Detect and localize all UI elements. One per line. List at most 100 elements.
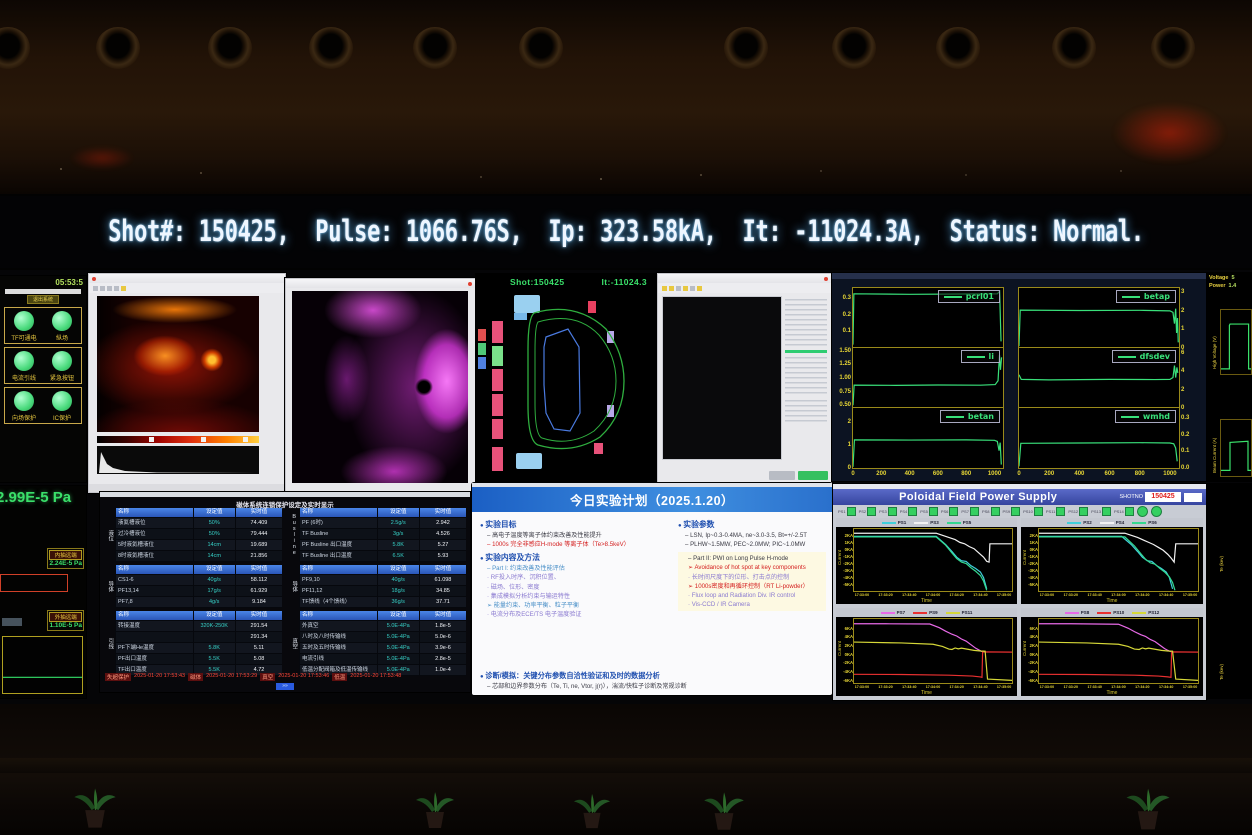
plan-item: · 电流分布及ECE/TS 电子温度验证 (487, 610, 675, 619)
toolbar-icon[interactable] (683, 286, 688, 291)
plan-item: ➢ 能量约束、功率平衡、粒子平衡 (487, 601, 675, 610)
table-cell: 5.08 (235, 654, 282, 664)
toolbar-icon[interactable] (676, 286, 681, 291)
chart-legend: PS2 PS4 PS6 (1021, 518, 1203, 527)
table-row: PF出口温度5.5K5.08 (115, 654, 282, 665)
legend-label: PS1 (898, 520, 907, 525)
table-group-label: 导体 (288, 565, 299, 608)
table-cell: 五时及五时传输线 (299, 643, 377, 653)
table-cell: 过冷槽液位 (115, 529, 193, 539)
series-PS7 (854, 624, 982, 652)
chart-legend: PS7 PS9 PS11 (836, 608, 1017, 617)
series-PS8 (1039, 624, 1171, 652)
y-axis-tick: 4KA (839, 635, 853, 639)
plant (70, 786, 120, 830)
diag-list: – 芯部和边界参数分布（Te, Ti, ne, Vtor, j(r)），湍流/快… (480, 682, 826, 691)
table-cell: 320K-250K (193, 621, 235, 631)
column-header: 设定值 (377, 611, 419, 620)
table-row: PF (6时)2.5g/s2.942 (299, 518, 466, 529)
column-header: 设定值 (193, 565, 235, 574)
sub-table: 真空名称设定值实时值外真空5.0E-4Pa1.8e-5八时及八时传输线5.0E-… (288, 611, 466, 676)
table-cell: PF Busline 出口温度 (299, 540, 377, 550)
legend-entry: PS11 (946, 610, 973, 615)
table-group-label: Busline (288, 508, 299, 562)
toolbar-icon[interactable] (669, 286, 674, 291)
axis-label-beam-current: Beam Current (A) (1212, 438, 1217, 473)
legend-label: betap (1144, 292, 1170, 301)
ps-indicator-row: PS1PS2PS3PS4PS5PS6PS7PS8PS9PS10PS11PS12P… (833, 505, 1206, 517)
toolbar-icon[interactable] (121, 286, 126, 291)
chart-legend: betan (940, 410, 1000, 423)
interlock-light: TF可通电 (5, 311, 43, 342)
toolbar-icon[interactable] (100, 286, 105, 291)
table-cell: TF馈线（4个馈线） (299, 597, 377, 607)
table-group-label: 导体 (104, 565, 115, 608)
x-axis-tick: 17:33:20 (878, 593, 892, 597)
plan-left-column: 实验目标 – 高电子温度等离子体约束改善及性能提升– 1000s 完全非感应H-… (480, 516, 675, 619)
chart-canvas (854, 529, 1012, 591)
close-icon[interactable] (468, 282, 472, 286)
interlock-light: 电流引线 (5, 351, 43, 382)
toolbar-icon[interactable] (662, 286, 667, 291)
more-link[interactable]: »» (276, 683, 294, 690)
table-row: PF Busline 出口温度5.8K5.27 (299, 540, 466, 551)
legend-label: PS12 (1148, 610, 1159, 615)
table-header-row: 名称设定值实时值 (115, 565, 282, 575)
close-icon[interactable] (92, 277, 96, 281)
scale-marker[interactable] (201, 437, 206, 442)
legend-line-sample (967, 356, 985, 358)
ceiling-light (936, 27, 980, 69)
ir-color-scale (97, 436, 259, 443)
x-axis-tick: 17:33:20 (1064, 593, 1078, 597)
pfps-title: Poloidal Field Power Supply (837, 491, 1119, 503)
y-axis-tick: -5KA (1024, 583, 1038, 587)
toolbar-icon[interactable] (697, 286, 702, 291)
plant (1122, 786, 1172, 830)
table-row: 8时液氦槽液位14cm21.856 (115, 551, 282, 562)
series-voltage (1221, 324, 1251, 369)
window-titlebar (286, 279, 475, 288)
column-header: 名称 (299, 508, 377, 517)
ceiling-light (208, 27, 252, 69)
cancel-button[interactable] (769, 471, 795, 480)
toolbar-icon[interactable] (93, 286, 98, 291)
series-PS1 (854, 536, 987, 588)
ps-status-indicator: PS2 (859, 507, 877, 516)
x-axis-tick: 400 (1074, 471, 1084, 477)
table-cell: 3.9e-6 (419, 643, 466, 653)
chart-legend: li (961, 350, 1000, 363)
table-group-label: 液位 (104, 508, 115, 562)
plan-item: · Flux loop and Radiation Div. IR contro… (688, 591, 823, 600)
legend-entry: PS4 (1100, 520, 1125, 525)
chart-canvas (854, 619, 1012, 683)
timestamp: 真空 (260, 673, 275, 681)
toolbar-icon[interactable] (107, 286, 112, 291)
scale-marker[interactable] (243, 437, 248, 442)
confirm-button[interactable] (798, 471, 828, 480)
y-axis-tick: 2 (1181, 387, 1198, 393)
chart-legend: pcrl01 (938, 290, 1000, 303)
exit-system-button[interactable]: 退出系统 (27, 295, 59, 304)
legend-label: PS10 (1113, 610, 1124, 615)
table-cell: 291.54 (235, 621, 282, 631)
chart-legend: PS1 PS3 PS5 (836, 518, 1017, 527)
ceiling-light (96, 27, 140, 69)
table-cell: PF13,14 (115, 586, 193, 596)
scale-marker[interactable] (149, 437, 154, 442)
table-row: 电流引线5.0E-4Pa2.8e-5 (299, 654, 466, 665)
shotno-secondary-box[interactable] (1184, 493, 1202, 502)
table-cell: 转接温度 (115, 621, 193, 631)
toolbar-icon[interactable] (690, 286, 695, 291)
power-label: Power (1209, 283, 1226, 289)
table-cell: 34.85 (419, 586, 466, 596)
toolbar-icon[interactable] (114, 286, 119, 291)
table-row: PF下端He温度5.8K5.11 (115, 643, 282, 654)
table-cell: 5.0E-4Pa (377, 632, 419, 642)
close-icon[interactable] (824, 277, 828, 281)
table-row: PF11,1218g/s34.85 (299, 586, 466, 597)
y-axis-tick: 1KA (1024, 541, 1038, 545)
table-cell: 4g/s (193, 597, 235, 607)
legend-label: PS5 (963, 520, 972, 525)
gray-chip (2, 618, 22, 626)
y-axis-tick: 0 (1181, 405, 1198, 411)
